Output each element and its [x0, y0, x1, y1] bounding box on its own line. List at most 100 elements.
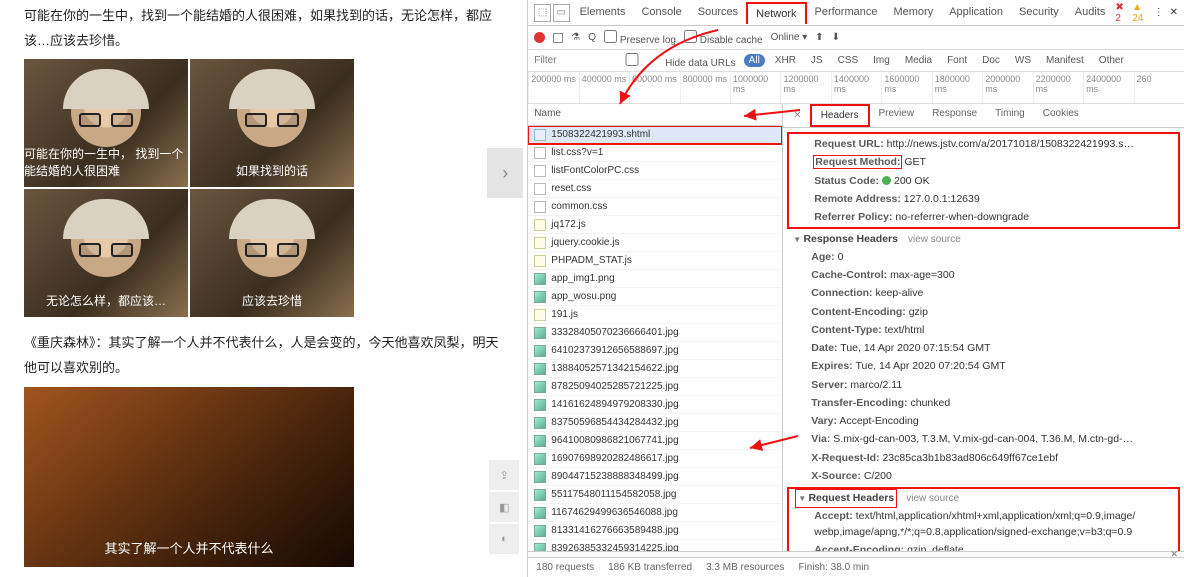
network-status-bar: 180 requests 186 KB transferred 3.3 MB r… — [528, 557, 1184, 577]
filter-xhr[interactable]: XHR — [770, 54, 801, 67]
settings-icon[interactable]: ⋮ — [1154, 7, 1164, 18]
close-icon[interactable]: ✕ — [1170, 549, 1178, 560]
wechat-icon[interactable]: ◧ — [489, 492, 519, 522]
movie-stills-grid: 可能在你的一生中， 找到一个能结婚的人很困难 如果找到的话 无论怎么样，都应该…… — [24, 59, 354, 317]
tab-application[interactable]: Application — [941, 2, 1011, 24]
img-file-icon — [534, 273, 546, 285]
request-row[interactable]: listFontColorPC.css — [528, 162, 782, 180]
detail-tab-timing[interactable]: Timing — [986, 104, 1034, 127]
css-file-icon — [534, 183, 546, 195]
inspect-icon[interactable]: ⬚ — [534, 4, 551, 22]
img-file-icon — [534, 327, 546, 339]
tab-audits[interactable]: Audits — [1067, 2, 1114, 24]
request-row[interactable]: PHPADM_STAT.js — [528, 252, 782, 270]
img-file-icon — [534, 381, 546, 393]
header-entry: Expires: Tue, 14 Apr 2020 07:20:54 GMT — [793, 357, 1133, 375]
request-row[interactable]: 87825094025285721225.jpg — [528, 378, 782, 396]
carousel-next-button[interactable]: › — [487, 148, 523, 198]
request-row[interactable]: 89044715238888348499.jpg — [528, 468, 782, 486]
tab-console[interactable]: Console — [633, 2, 689, 24]
device-toggle-icon[interactable]: ▭ — [553, 4, 570, 22]
paragraph-1: 可能在你的一生中，找到一个能结婚的人很困难，如果找到的话，无论怎样，都应该…应该… — [24, 4, 503, 53]
throttling-select[interactable]: Online ▾ — [771, 32, 808, 43]
download-icon[interactable]: ⬇ — [832, 32, 840, 43]
share-icon[interactable]: ⇪ — [489, 460, 519, 490]
js-file-icon — [534, 309, 546, 321]
error-count: ✖ 2 — [1115, 2, 1126, 24]
detail-tab-cookies[interactable]: Cookies — [1034, 104, 1088, 127]
css-file-icon — [534, 147, 546, 159]
request-detail: ✕ HeadersPreviewResponseTimingCookies Re… — [783, 104, 1184, 557]
request-row[interactable]: common.css — [528, 198, 782, 216]
view-source-link[interactable]: view source — [906, 493, 959, 504]
paragraph-2: 《重庆森林》：其实了解一个人并不代表什么，人是会变的，今天他喜欢凤梨，明天他可以… — [24, 331, 503, 380]
request-row[interactable]: 33328405070236666401.jpg — [528, 324, 782, 342]
filter-manifest[interactable]: Manifest — [1041, 54, 1089, 67]
request-row[interactable]: reset.css — [528, 180, 782, 198]
close-icon[interactable]: ✕ — [1170, 7, 1178, 18]
doc-file-icon — [534, 129, 546, 141]
request-row[interactable]: 81331416276663589488.jpg — [528, 522, 782, 540]
header-entry: Content-Encoding: gzip — [793, 303, 1133, 321]
js-file-icon — [534, 237, 546, 249]
header-entry: Server: marco/2.11 — [793, 376, 1133, 394]
header-entry: Status Code: 200 OK — [796, 172, 1136, 190]
tab-network[interactable]: Network — [746, 2, 806, 24]
request-row[interactable]: 191.js — [528, 306, 782, 324]
request-row[interactable]: list.css?v=1 — [528, 144, 782, 162]
weibo-icon[interactable]: ◐ — [489, 524, 519, 554]
filter-toggle-icon[interactable]: ⚗ — [571, 32, 580, 43]
request-row[interactable]: 11674629499636546088.jpg — [528, 504, 782, 522]
filter-doc[interactable]: Doc — [977, 54, 1005, 67]
request-row[interactable]: 13884052571342154622.jpg — [528, 360, 782, 378]
filter-img[interactable]: Img — [868, 54, 895, 67]
clear-button[interactable] — [553, 33, 563, 43]
filter-all[interactable]: All — [744, 54, 765, 67]
request-row[interactable]: app_wosu.png — [528, 288, 782, 306]
response-headers-section: Response Headersview sourceAge: 0Cache-C… — [785, 229, 1182, 487]
js-file-icon — [534, 255, 546, 267]
request-row[interactable]: 55117548011154582058.jpg — [528, 486, 782, 504]
detail-tab-response[interactable]: Response — [923, 104, 986, 127]
search-icon[interactable]: Q — [588, 32, 596, 43]
tab-elements[interactable]: Elements — [572, 2, 634, 24]
tab-sources[interactable]: Sources — [690, 2, 746, 24]
still-5: 其实了解一个人并不代表什么 — [24, 387, 354, 567]
header-entry: Date: Tue, 14 Apr 2020 07:15:54 GMT — [793, 339, 1133, 357]
header-entry: Connection: keep-alive — [793, 284, 1133, 302]
img-file-icon — [534, 291, 546, 303]
request-row[interactable]: app_img1.png — [528, 270, 782, 288]
request-row[interactable]: 64102373912656588697.jpg — [528, 342, 782, 360]
request-row[interactable]: 14161624894979208330.jpg — [528, 396, 782, 414]
tab-memory[interactable]: Memory — [885, 2, 941, 24]
tab-security[interactable]: Security — [1011, 2, 1067, 24]
webpage-content: 可能在你的一生中，找到一个能结婚的人很困难，如果找到的话，无论怎样，都应该…应该… — [0, 0, 527, 577]
request-row[interactable]: jq172.js — [528, 216, 782, 234]
img-file-icon — [534, 345, 546, 357]
header-entry: Request Method: GET — [796, 153, 1136, 171]
filter-css[interactable]: CSS — [833, 54, 864, 67]
img-file-icon — [534, 507, 546, 519]
filter-font[interactable]: Font — [942, 54, 972, 67]
devtools-panel: ⬚ ▭ ElementsConsoleSourcesNetworkPerform… — [527, 0, 1184, 577]
filter-media[interactable]: Media — [900, 54, 937, 67]
request-list: Name 1508322421993.shtmllist.css?v=1list… — [528, 104, 783, 557]
img-file-icon — [534, 417, 546, 429]
filter-js[interactable]: JS — [806, 54, 828, 67]
console-drawer[interactable]: ✕ — [528, 551, 1184, 557]
filter-input[interactable] — [534, 55, 594, 66]
detail-tab-headers[interactable]: Headers — [810, 104, 870, 127]
request-row[interactable]: jquery.cookie.js — [528, 234, 782, 252]
header-entry: X-Request-Id: 23c85ca3b1b83ad806c649ff67… — [793, 449, 1133, 467]
tab-performance[interactable]: Performance — [807, 2, 886, 24]
filter-other[interactable]: Other — [1094, 54, 1129, 67]
console-status[interactable]: ✖ 2 ▲ 24 ⋮ ✕ — [1115, 2, 1178, 24]
filter-ws[interactable]: WS — [1010, 54, 1036, 67]
img-file-icon — [534, 525, 546, 537]
img-file-icon — [534, 363, 546, 375]
record-button[interactable] — [534, 32, 545, 43]
upload-icon[interactable]: ⬆ — [815, 32, 823, 43]
view-source-link[interactable]: view source — [908, 234, 961, 245]
still-4: 应该去珍惜 — [190, 189, 354, 317]
detail-tab-preview[interactable]: Preview — [870, 104, 924, 127]
